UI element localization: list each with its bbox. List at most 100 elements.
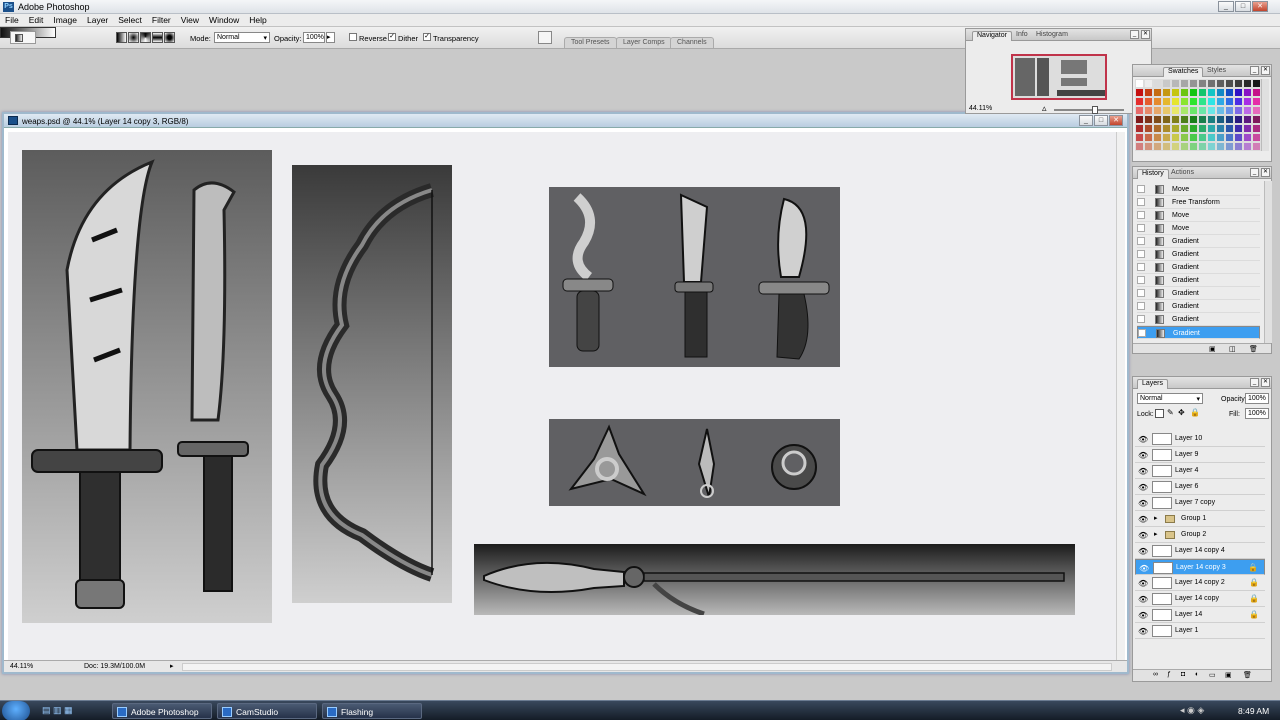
quick-launch-icons[interactable]: ▤ ▥ ▦ — [42, 705, 73, 716]
eye-icon[interactable]: 👁 — [1138, 595, 1148, 604]
swatch[interactable] — [1252, 133, 1261, 142]
eye-icon[interactable]: 👁 — [1138, 611, 1148, 620]
layer-row[interactable]: 👁 Layer 7 copy — [1135, 495, 1265, 511]
menu-image[interactable]: Image — [48, 14, 82, 26]
swatch[interactable] — [1144, 133, 1153, 142]
swatches-scrollbar[interactable] — [1261, 79, 1269, 151]
layer-row[interactable]: 👁 Layer 14 copy 🔒 — [1135, 591, 1265, 607]
swatch[interactable] — [1189, 79, 1198, 88]
swatch[interactable] — [1171, 115, 1180, 124]
menu-file[interactable]: File — [0, 14, 24, 26]
menu-edit[interactable]: Edit — [24, 14, 49, 26]
swatch[interactable] — [1189, 124, 1198, 133]
swatch[interactable] — [1216, 97, 1225, 106]
swatch[interactable] — [1135, 79, 1144, 88]
navigator-zoom[interactable]: 44.11% — [969, 105, 992, 112]
history-snapshot-box[interactable] — [1137, 237, 1145, 245]
adjustment-layer-icon[interactable]: ◐ — [1195, 671, 1199, 678]
swatch[interactable] — [1198, 124, 1207, 133]
expand-triangle-icon[interactable]: ▸ — [1154, 530, 1158, 538]
eye-icon[interactable]: 👁 — [1138, 435, 1148, 444]
swatch[interactable] — [1225, 124, 1234, 133]
history-snapshot-box[interactable] — [1137, 315, 1145, 323]
swatch[interactable] — [1207, 142, 1216, 151]
swatch[interactable] — [1180, 79, 1189, 88]
history-snapshot-box[interactable] — [1137, 198, 1145, 206]
swatch[interactable] — [1153, 142, 1162, 151]
swatch[interactable] — [1243, 97, 1252, 106]
swatch[interactable] — [1135, 88, 1144, 97]
tab-history[interactable]: History — [1137, 169, 1169, 179]
swatch[interactable] — [1162, 97, 1171, 106]
swatch[interactable] — [1252, 142, 1261, 151]
angle-gradient-icon[interactable] — [140, 32, 151, 43]
swatch[interactable] — [1153, 124, 1162, 133]
palette-well-icon[interactable] — [538, 31, 552, 44]
swatch[interactable] — [1198, 142, 1207, 151]
swatch[interactable] — [1234, 115, 1243, 124]
doc-maximize-button[interactable]: □ — [1094, 115, 1108, 126]
layer-row[interactable]: 👁 Layer 6 — [1135, 479, 1265, 495]
swatch[interactable] — [1252, 97, 1261, 106]
swatch[interactable] — [1225, 142, 1234, 151]
swatch[interactable] — [1180, 115, 1189, 124]
history-item[interactable]: Free Transform — [1137, 196, 1260, 209]
new-group-icon[interactable]: ▭ — [1209, 671, 1216, 679]
reflected-gradient-icon[interactable] — [152, 32, 163, 43]
swatch[interactable] — [1153, 115, 1162, 124]
swatch[interactable] — [1225, 106, 1234, 115]
lock-paint-icon[interactable]: ✎ — [1167, 408, 1174, 417]
layer-row[interactable]: 👁 Layer 14 copy 4 — [1135, 543, 1265, 559]
navigator-slider-thumb[interactable] — [1092, 106, 1098, 114]
history-item[interactable]: Gradient — [1137, 235, 1260, 248]
swatch[interactable] — [1216, 124, 1225, 133]
history-item[interactable]: Gradient — [1137, 326, 1260, 339]
tab-navigator[interactable]: Navigator — [972, 31, 1012, 41]
swatch[interactable] — [1171, 106, 1180, 115]
swatch[interactable] — [1234, 97, 1243, 106]
swatch[interactable] — [1180, 142, 1189, 151]
swatch[interactable] — [1198, 97, 1207, 106]
swatch[interactable] — [1234, 106, 1243, 115]
layer-row[interactable]: 👁 Layer 1 — [1135, 623, 1265, 639]
swatch[interactable] — [1252, 124, 1261, 133]
layer-style-icon[interactable]: ƒ — [1167, 671, 1171, 678]
swatch[interactable] — [1135, 115, 1144, 124]
swatch[interactable] — [1171, 88, 1180, 97]
swatch[interactable] — [1225, 115, 1234, 124]
swatch[interactable] — [1162, 142, 1171, 151]
menu-filter[interactable]: Filter — [147, 14, 176, 26]
dither-checkbox[interactable]: ✓ — [388, 33, 396, 41]
doc-minimize-button[interactable]: _ — [1079, 115, 1093, 126]
tab-styles[interactable]: Styles — [1203, 67, 1230, 77]
swatch[interactable] — [1243, 115, 1252, 124]
expand-triangle-icon[interactable]: ▸ — [1154, 514, 1158, 522]
history-item[interactable]: Move — [1137, 183, 1260, 196]
opacity-slider-button[interactable]: ▸ — [326, 32, 335, 43]
history-item[interactable]: Gradient — [1137, 313, 1260, 326]
swatch[interactable] — [1216, 79, 1225, 88]
history-item[interactable]: Gradient — [1137, 287, 1260, 300]
history-item[interactable]: Gradient — [1137, 248, 1260, 261]
doc-info[interactable]: Doc: 19.3M/100.0M — [84, 663, 145, 670]
link-layers-icon[interactable]: ∞ — [1153, 671, 1158, 678]
swatch[interactable] — [1135, 97, 1144, 106]
swatch[interactable] — [1162, 124, 1171, 133]
layer-row[interactable]: 👁 Layer 14 🔒 — [1135, 607, 1265, 623]
swatch[interactable] — [1198, 133, 1207, 142]
swatch[interactable] — [1171, 133, 1180, 142]
tab-layers[interactable]: Layers — [1137, 379, 1169, 389]
swatch[interactable] — [1135, 124, 1144, 133]
swatch[interactable] — [1243, 79, 1252, 88]
eye-icon[interactable]: 👁 — [1138, 499, 1148, 508]
swatch[interactable] — [1225, 79, 1234, 88]
panel-close-icon[interactable]: ✕ — [1141, 30, 1150, 39]
eye-icon[interactable]: 👁 — [1138, 451, 1148, 460]
swatch[interactable] — [1180, 106, 1189, 115]
panel-minimize-icon[interactable]: _ — [1250, 168, 1259, 177]
eye-icon[interactable]: 👁 — [1138, 547, 1148, 556]
swatch[interactable] — [1252, 88, 1261, 97]
swatch[interactable] — [1252, 115, 1261, 124]
swatch[interactable] — [1144, 142, 1153, 151]
swatch[interactable] — [1153, 79, 1162, 88]
